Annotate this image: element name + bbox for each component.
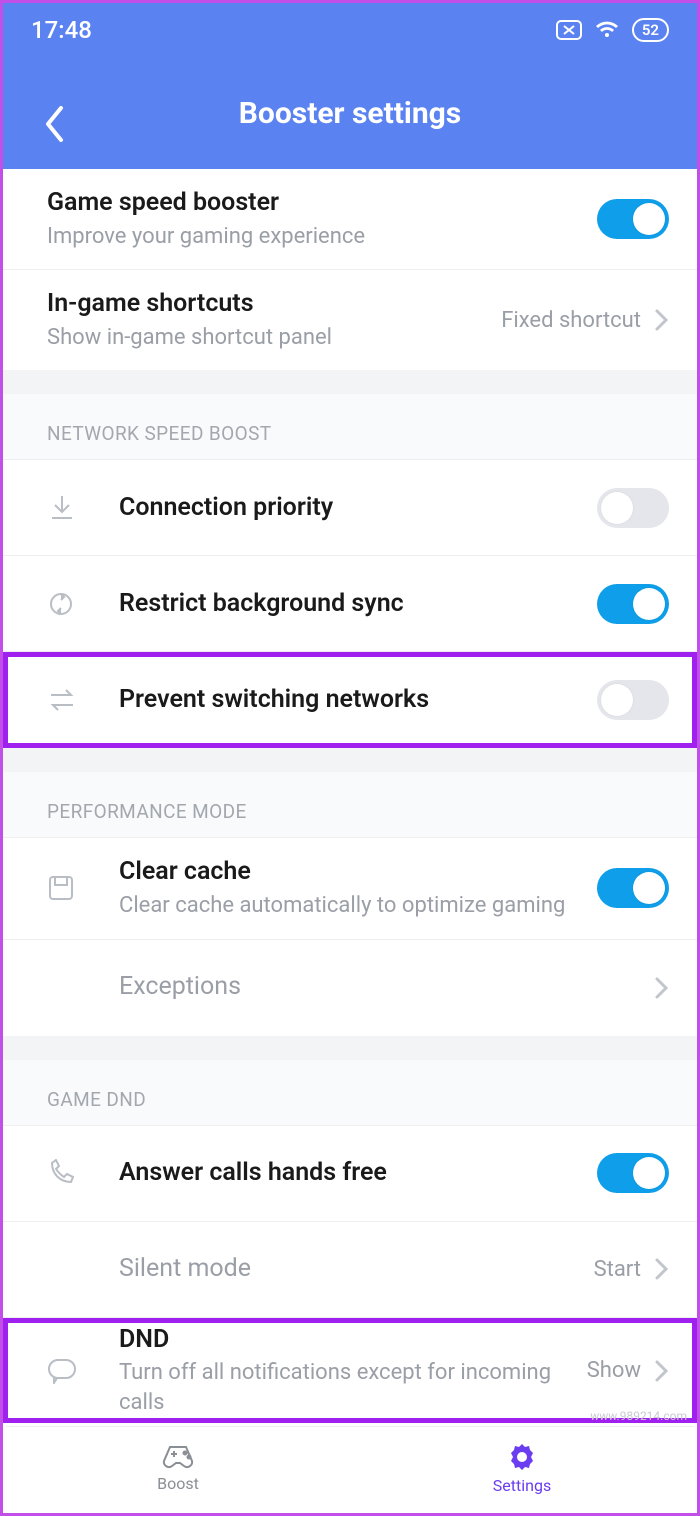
- game-booster-row[interactable]: Game speed booster Improve your gaming e…: [3, 169, 697, 270]
- status-icons: 52: [556, 18, 669, 42]
- silent-mode-title: Silent mode: [119, 1253, 594, 1286]
- performance-header: PERFORMANCE MODE: [3, 772, 697, 838]
- swap-icon: [47, 688, 119, 712]
- status-time: 17:48: [31, 16, 92, 44]
- status-bar: 17:48 52: [3, 3, 697, 57]
- gear-icon: [507, 1442, 537, 1472]
- dnd-value: Show: [587, 1358, 641, 1383]
- clear-cache-title: Clear cache: [119, 856, 597, 889]
- section-gap: [3, 1036, 697, 1060]
- game-booster-toggle[interactable]: [597, 199, 669, 239]
- chevron-right-icon: [653, 1359, 669, 1383]
- shortcuts-row[interactable]: In-game shortcuts Show in-game shortcut …: [3, 270, 697, 370]
- answer-calls-toggle[interactable]: [597, 1153, 669, 1193]
- clear-cache-sub: Clear cache automatically to optimize ga…: [119, 891, 597, 921]
- dnd-header: GAME DND: [3, 1060, 697, 1126]
- game-booster-sub: Improve your gaming experience: [47, 222, 597, 252]
- connection-priority-row[interactable]: Connection priority: [3, 460, 697, 556]
- prevent-switching-toggle[interactable]: [597, 680, 669, 720]
- phone-icon: [47, 1159, 119, 1187]
- back-icon[interactable]: [43, 105, 65, 143]
- connection-priority-toggle[interactable]: [597, 488, 669, 528]
- shortcuts-value: Fixed shortcut: [501, 308, 641, 333]
- section-gap: [3, 370, 697, 394]
- section-gap: [3, 748, 697, 772]
- wifi-icon: [594, 20, 620, 40]
- nav-settings-label: Settings: [493, 1476, 551, 1495]
- answer-calls-row[interactable]: Answer calls hands free: [3, 1126, 697, 1222]
- restrict-sync-row[interactable]: Restrict background sync: [3, 556, 697, 652]
- exceptions-row[interactable]: Exceptions: [3, 940, 697, 1036]
- download-icon: [47, 493, 119, 523]
- answer-calls-title: Answer calls hands free: [119, 1157, 597, 1190]
- restrict-sync-title: Restrict background sync: [119, 588, 597, 621]
- watermark: www.989214.com: [590, 1409, 687, 1423]
- gamepad-icon: [160, 1444, 196, 1470]
- sim-off-icon: [556, 20, 582, 40]
- nav-boost-label: Boost: [157, 1474, 199, 1493]
- silent-mode-row[interactable]: Silent mode Start: [3, 1222, 697, 1318]
- page-title: Booster settings: [239, 96, 461, 131]
- dnd-sub: Turn off all notifications except for in…: [119, 1358, 587, 1417]
- clear-cache-toggle[interactable]: [597, 868, 669, 908]
- dnd-row[interactable]: DND Turn off all notifications except fo…: [3, 1318, 697, 1424]
- chevron-right-icon: [653, 976, 669, 1000]
- network-header: NETWORK SPEED BOOST: [3, 394, 697, 460]
- sync-icon: [47, 590, 119, 618]
- app-header: Booster settings: [3, 57, 697, 169]
- shortcuts-title: In-game shortcuts: [47, 288, 501, 321]
- save-icon: [47, 874, 119, 902]
- battery-icon: 52: [632, 18, 669, 42]
- dnd-title: DND: [119, 1324, 587, 1357]
- chevron-right-icon: [653, 1257, 669, 1281]
- shortcuts-sub: Show in-game shortcut panel: [47, 323, 501, 353]
- restrict-sync-toggle[interactable]: [597, 584, 669, 624]
- silent-mode-value: Start: [594, 1257, 641, 1282]
- game-booster-title: Game speed booster: [47, 187, 597, 220]
- connection-priority-title: Connection priority: [119, 492, 597, 525]
- nav-boost[interactable]: Boost: [6, 1427, 350, 1510]
- bottom-nav: Boost Settings: [6, 1426, 694, 1510]
- clear-cache-row[interactable]: Clear cache Clear cache automatically to…: [3, 838, 697, 939]
- exceptions-title: Exceptions: [119, 971, 653, 1004]
- nav-settings[interactable]: Settings: [350, 1427, 694, 1510]
- chevron-right-icon: [653, 308, 669, 332]
- chat-icon: [47, 1358, 119, 1384]
- prevent-switching-title: Prevent switching networks: [119, 684, 597, 717]
- prevent-switching-row[interactable]: Prevent switching networks: [3, 652, 697, 748]
